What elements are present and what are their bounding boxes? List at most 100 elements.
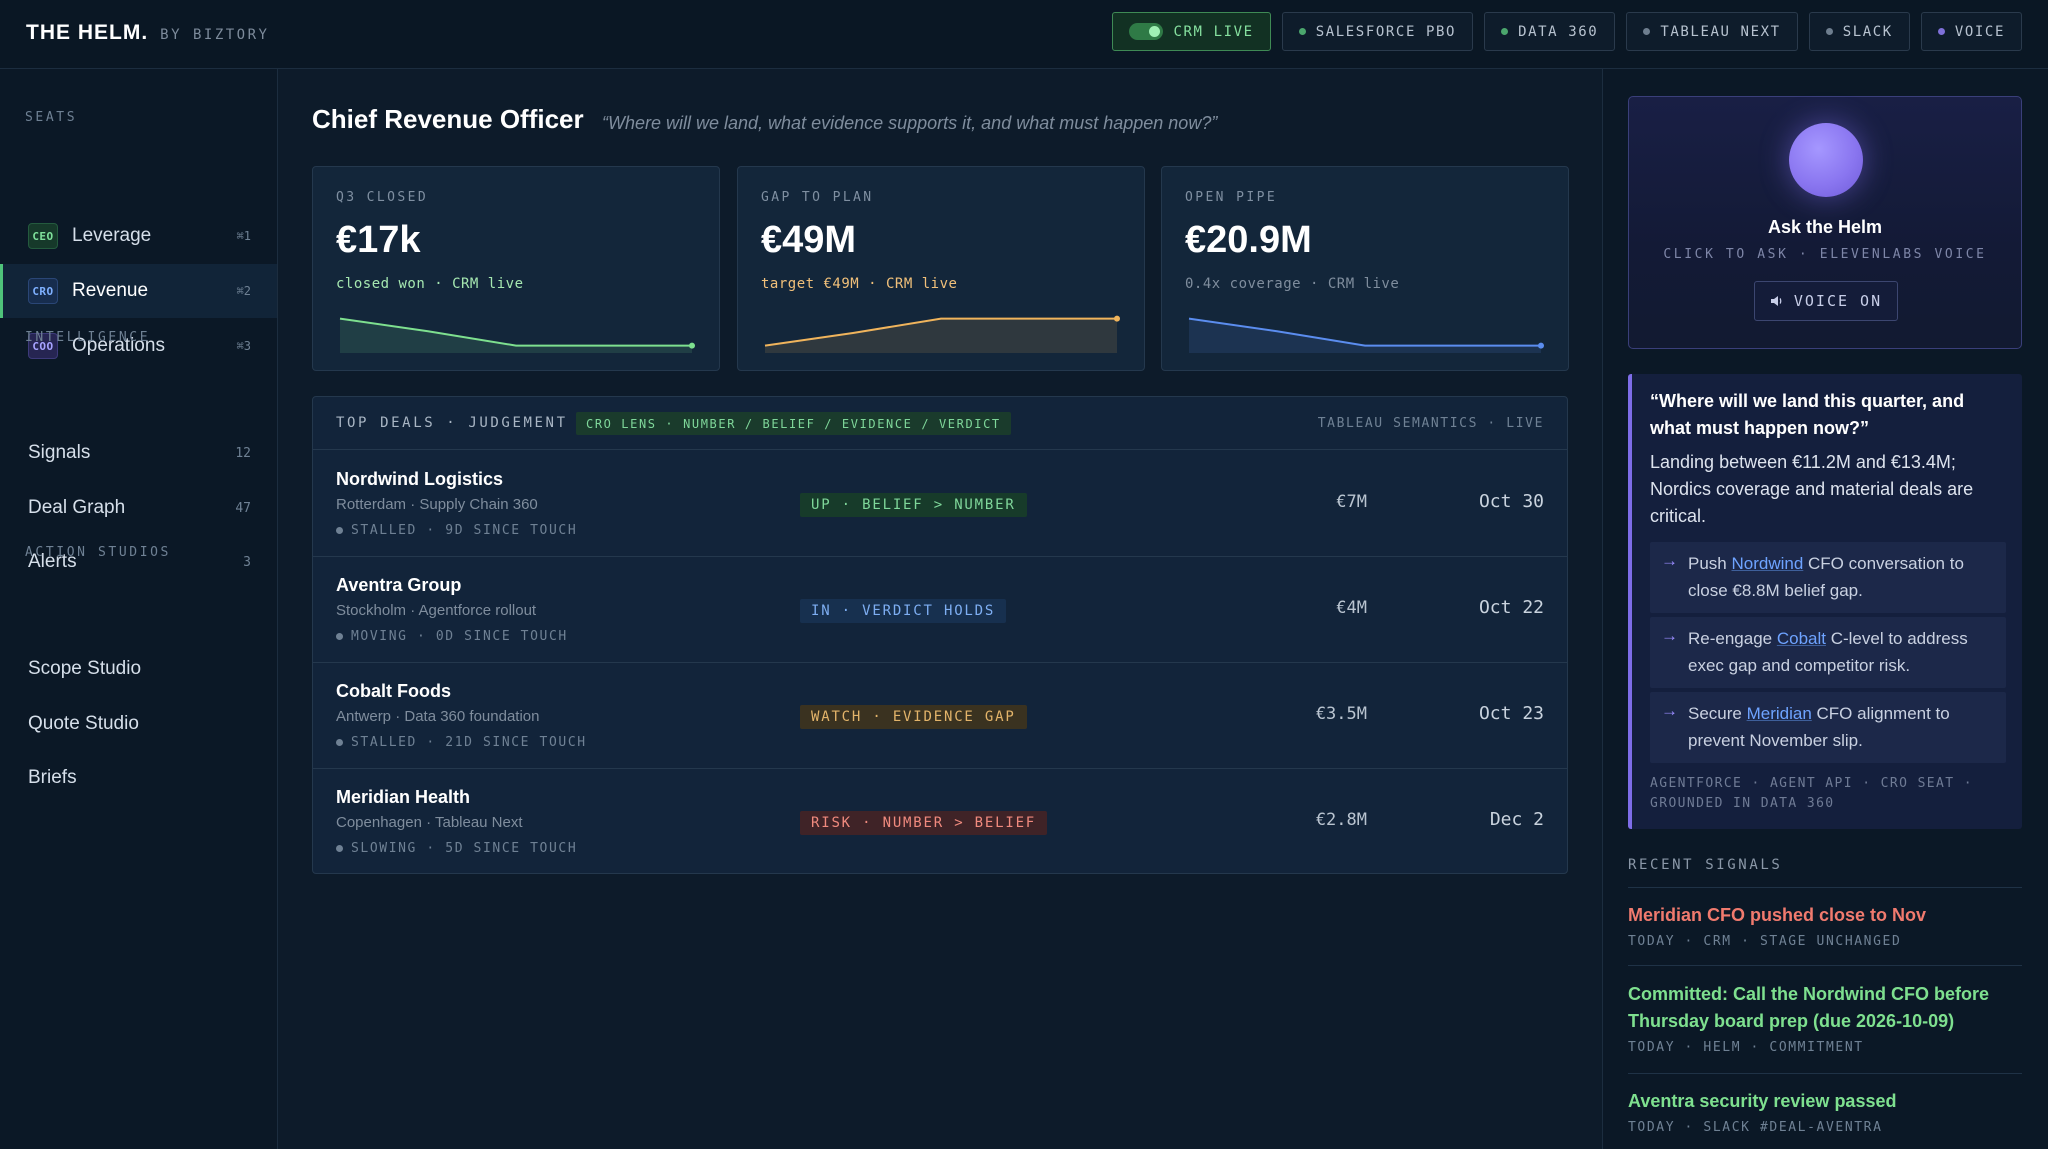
sidebar-item-label: Scope Studio (28, 658, 142, 679)
deal-date: Oct 22 (1478, 597, 1544, 618)
kpi-sparkline (1188, 317, 1544, 353)
sidebar-item-label: Leverage (72, 225, 152, 246)
signal-title[interactable]: Committed: Call the Nordwind CFO before … (1628, 981, 2022, 1035)
deal-meta: Rotterdam · Supply Chain 360 (336, 496, 538, 513)
count-badge: 3 (243, 554, 251, 570)
deal-name: Aventra Group (336, 575, 462, 595)
sparkline-end-point (1538, 342, 1544, 349)
sidebar-item-label: Briefs (28, 767, 77, 788)
deals-title: TOP DEALS · JUDGEMENT (336, 415, 568, 431)
deal-amount: €4M (1336, 598, 1367, 618)
pill-salesforce-pbo[interactable]: SALESFORCE PBO (1281, 12, 1474, 51)
voice-button-label: VOICE ON (1793, 292, 1883, 310)
kpi-card-open-pipe: OPEN PIPE €20.9M 0.4x coverage · CRM liv… (1161, 166, 1569, 371)
sidebar-item-revenue[interactable]: CRO Revenue ⌘2 (0, 264, 277, 318)
top-bar: THE HELM. BY BIZTORY CRM LIVE SALESFORCE… (0, 0, 2048, 69)
kpi-sparkline (764, 315, 1120, 353)
kpi-card-gap-to-plan: GAP TO PLAN €49M target €49M · CRM live (737, 166, 1145, 371)
status-dot-icon (1825, 28, 1833, 35)
integration-pills: CRM LIVE SALESFORCE PBO DATA 360 TABLEAU… (1112, 12, 2022, 51)
count-badge: 47 (235, 500, 251, 516)
deal-amount: €2.8M (1315, 810, 1367, 830)
action-text: Push Nordwind CFO conversation to close … (1688, 550, 2000, 604)
count-badge: 12 (235, 445, 251, 461)
deal-link[interactable]: Meridian (1747, 704, 1812, 723)
crm-live-toggle[interactable]: CRM LIVE (1112, 12, 1271, 51)
action-text: Secure Meridian CFO alignment to prevent… (1688, 700, 2000, 754)
deal-status-text: SLOWING · 5D SINCE TOUCH (351, 841, 578, 856)
deal-row[interactable]: Nordwind Logistics Rotterdam · Supply Ch… (313, 451, 1567, 557)
status-dot-icon (1937, 28, 1945, 35)
kpi-sub: target €49M · CRM live (761, 276, 958, 292)
speaker-icon (1770, 296, 1782, 306)
deal-row[interactable]: Meridian Health Copenhagen · Tableau Nex… (313, 769, 1567, 873)
recent-signals-label: RECENT SIGNALS (1628, 857, 1783, 873)
page-title: Chief Revenue Officer (312, 104, 584, 134)
answer-body: Landing between €11.2M and €13.4M; Nordi… (1650, 452, 1974, 526)
toggle-switch-icon (1129, 23, 1164, 40)
shortcut-hint: ⌘2 (236, 284, 251, 298)
shortcut-hint: ⌘1 (236, 229, 251, 243)
kpi-value: €49M (761, 219, 857, 261)
deal-date: Oct 23 (1478, 703, 1544, 724)
kpi-sub: 0.4x coverage · CRM live (1185, 276, 1400, 292)
deal-meta: Stockholm · Agentforce rollout (336, 602, 537, 619)
action-item[interactable]: → Secure Meridian CFO alignment to preve… (1650, 692, 2006, 763)
kpi-value: €20.9M (1185, 219, 1312, 261)
deal-link[interactable]: Nordwind (1731, 554, 1803, 573)
sidebar-item-deal-graph[interactable]: Deal Graph 47 (0, 481, 277, 535)
sidebar-item-scope-studio[interactable]: Scope Studio (0, 642, 277, 696)
pill-label: CRM LIVE (1173, 23, 1254, 40)
signal-title[interactable]: Aventra security review passed (1628, 1088, 2022, 1115)
signal-meta: TODAY · HELM · COMMITMENT (1628, 1040, 1864, 1055)
kpi-value: €17k (336, 219, 421, 261)
judgement-badge: IN · VERDICT HOLDS (800, 599, 1007, 623)
sparkline-end-point (1114, 315, 1120, 322)
deal-status: STALLED · 21D SINCE TOUCH (336, 735, 587, 750)
voice-orb-icon[interactable] (1789, 123, 1863, 197)
sidebar-item-operations[interactable]: COO Operations ⌘3 (0, 319, 277, 373)
deal-meta: Copenhagen · Tableau Next (336, 814, 523, 831)
action-item[interactable]: → Push Nordwind CFO conversation to clos… (1650, 542, 2006, 613)
kpi-label: OPEN PIPE (1185, 190, 1278, 205)
pill-tableau-next[interactable]: TABLEAU NEXT (1626, 12, 1798, 51)
section-label-intelligence: INTELLIGENCE (25, 330, 151, 345)
deals-source-label: TABLEAU SEMANTICS · LIVE (1317, 416, 1544, 431)
deal-row[interactable]: Aventra Group Stockholm · Agentforce rol… (313, 557, 1567, 663)
deal-date: Oct 30 (1478, 491, 1544, 512)
action-text-pre: Push (1688, 554, 1732, 573)
deals-header: TOP DEALS · JUDGEMENT CRO LENS · NUMBER … (313, 397, 1567, 450)
sidebar-item-alerts[interactable]: Alerts 3 (0, 535, 277, 589)
ask-subtitle: CLICK TO ASK · ELEVENLABS VOICE (1663, 247, 1987, 262)
arrow-right-icon: → (1661, 551, 1678, 570)
deal-status: STALLED · 9D SINCE TOUCH (336, 523, 577, 538)
answer-footer: AGENTFORCE · AGENT API · CRO SEAT · GROU… (1650, 776, 1973, 811)
deal-row[interactable]: Cobalt Foods Antwerp · Data 360 foundati… (313, 663, 1567, 769)
shortcut-hint: ⌘3 (236, 339, 251, 353)
seat-badge-ceo: CEO (28, 223, 58, 249)
action-item[interactable]: → Re-engage Cobalt C-level to address ex… (1650, 617, 2006, 688)
sidebar-item-briefs[interactable]: Briefs (0, 751, 277, 805)
signal-meta: TODAY · CRM · STAGE UNCHANGED (1628, 934, 1902, 949)
kpi-label: Q3 CLOSED (336, 190, 429, 205)
pill-voice[interactable]: VOICE (1920, 12, 2022, 51)
sidebar-item-leverage[interactable]: CEO Leverage ⌘1 (0, 209, 277, 263)
brand-name: THE HELM. (26, 21, 149, 44)
sidebar-item-label: Signals (28, 442, 91, 463)
signal-meta: TODAY · SLACK #DEAL-AVENTRA (1628, 1120, 1883, 1135)
status-dot-icon (1643, 28, 1651, 35)
deal-amount: €7M (1336, 492, 1367, 512)
deal-link[interactable]: Cobalt (1777, 629, 1826, 648)
status-dot-icon (1501, 28, 1509, 35)
pill-label: VOICE (1954, 23, 2005, 40)
ask-the-helm-card[interactable]: Ask the Helm CLICK TO ASK · ELEVENLABS V… (1628, 96, 2022, 349)
sidebar-item-quote-studio[interactable]: Quote Studio (0, 697, 277, 751)
pill-data-360[interactable]: DATA 360 (1484, 12, 1616, 51)
pill-label: TABLEAU NEXT (1660, 23, 1781, 40)
deal-name: Nordwind Logistics (336, 469, 504, 489)
voice-on-button[interactable]: VOICE ON (1754, 281, 1898, 321)
signal-title[interactable]: Meridian CFO pushed close to Nov (1628, 902, 2022, 929)
lens-chip: CRO LENS · NUMBER / BELIEF / EVIDENCE / … (576, 412, 1011, 435)
pill-slack[interactable]: SLACK (1808, 12, 1910, 51)
sidebar-item-signals[interactable]: Signals 12 (0, 426, 277, 480)
